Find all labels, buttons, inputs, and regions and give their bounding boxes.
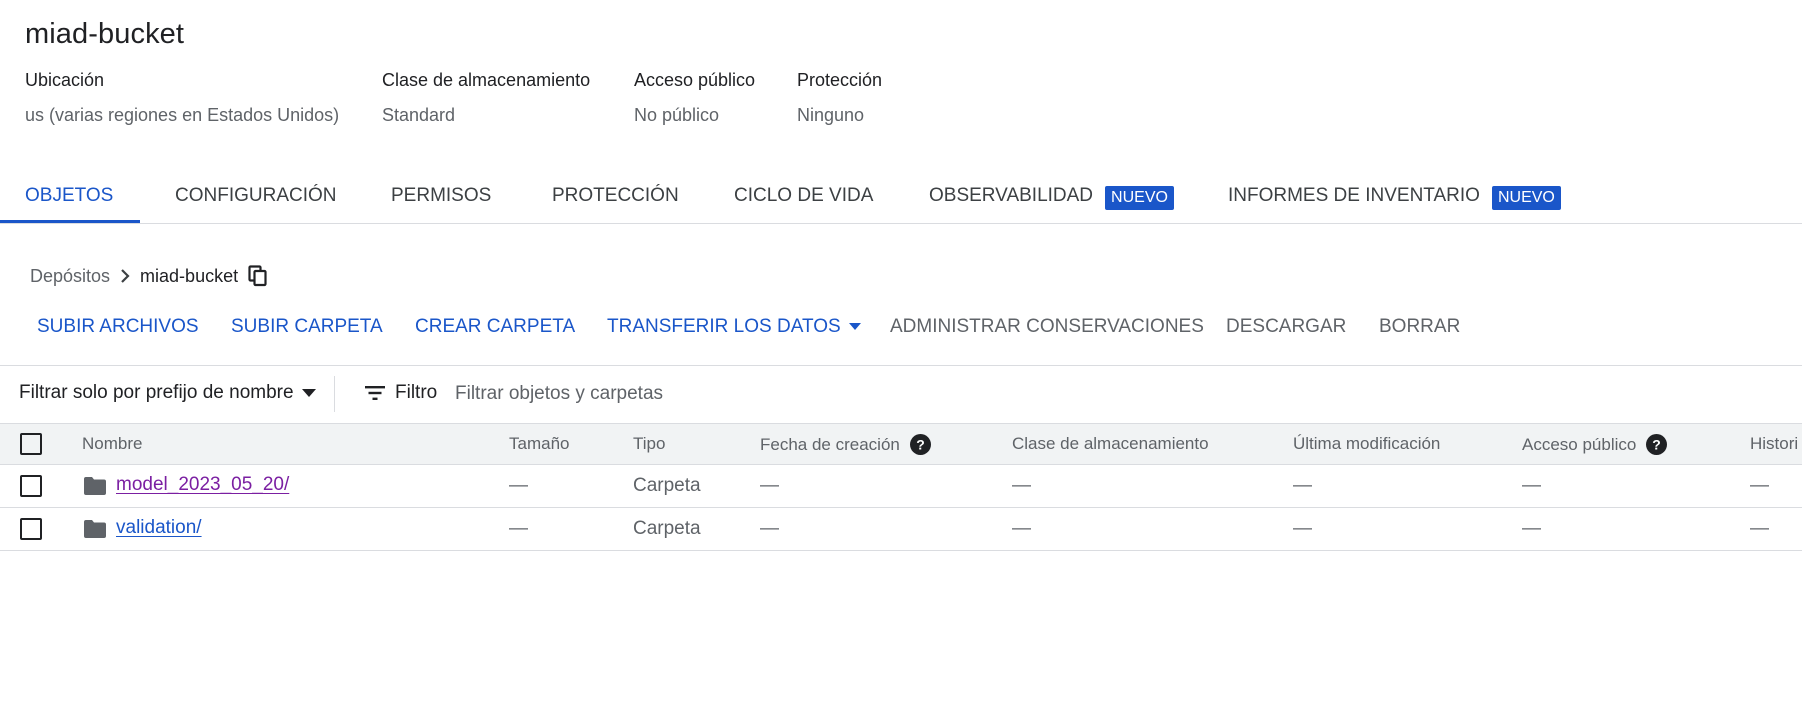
filter-button[interactable]: Filtro	[365, 382, 437, 404]
filter-bar: Filtrar solo por prefijo de nombre Filtr…	[0, 376, 1802, 412]
info-public-access-value: No público	[634, 105, 720, 125]
tab-observability-label: OBSERVABILIDAD	[929, 185, 1094, 206]
table-header: Nombre Tamaño Tipo Fecha de creación ? C…	[0, 423, 1802, 465]
tab-configuration[interactable]: CONFIGURACIÓN	[175, 168, 337, 224]
cell-public-access: —	[1522, 518, 1541, 539]
download-button[interactable]: DESCARGAR	[1226, 316, 1346, 338]
cell-created: —	[760, 518, 779, 539]
tab-permissions[interactable]: PERMISOS	[391, 168, 491, 224]
page-title: miad-bucket	[25, 18, 185, 50]
tab-inventory-reports-label: INFORMES DE INVENTARIO	[1228, 185, 1480, 206]
info-location: Ubicación us (varias regiones en Estados…	[25, 70, 339, 125]
tab-lifecycle[interactable]: CICLO DE VIDA	[734, 168, 873, 224]
cell-size: —	[509, 518, 528, 539]
manage-holds-button[interactable]: ADMINISTRAR CONSERVACIONES	[890, 316, 1204, 338]
svg-text:?: ?	[916, 437, 925, 453]
row-checkbox[interactable]	[20, 518, 42, 540]
select-all-checkbox[interactable]	[20, 433, 42, 455]
transfer-data-button[interactable]: TRANSFERIR LOS DATOS	[607, 316, 861, 338]
upload-folder-button[interactable]: SUBIR CARPETA	[231, 316, 383, 338]
filter-divider	[334, 376, 335, 412]
tab-objects[interactable]: OBJETOS	[25, 168, 113, 224]
copy-icon[interactable]	[248, 265, 268, 287]
chevron-right-icon	[110, 268, 140, 284]
table-row[interactable]: model_2023_05_20/ — Carpeta — — — — —	[0, 465, 1802, 508]
filter-input[interactable]	[455, 379, 875, 409]
help-icon[interactable]: ?	[1646, 434, 1668, 455]
cell-type: Carpeta	[633, 518, 701, 539]
action-toolbar: SUBIR ARCHIVOS SUBIR CARPETA CREAR CARPE…	[0, 316, 1802, 346]
info-protection-label: Protección	[797, 70, 883, 90]
arrow-drop-down-icon	[301, 389, 316, 397]
column-header-storage-class[interactable]: Clase de almacenamiento	[1012, 434, 1209, 454]
info-protection: Protección Ninguno	[797, 70, 883, 125]
info-storage-class-value: Standard	[382, 105, 456, 125]
object-name-link[interactable]: validation/	[116, 517, 202, 539]
info-public-access-label: Acceso público	[634, 70, 756, 90]
filter-label: Filtro	[395, 382, 438, 403]
breadcrumb: Depósitos miad-bucket	[30, 264, 268, 288]
tab-lifecycle-label: CICLO DE VIDA	[734, 185, 874, 206]
column-header-created[interactable]: Fecha de creación ?	[760, 434, 931, 455]
table-row[interactable]: validation/ — Carpeta — — — — —	[0, 508, 1802, 551]
info-storage-class: Clase de almacenamiento Standard	[382, 70, 591, 125]
column-header-size[interactable]: Tamaño	[509, 434, 569, 454]
column-header-history[interactable]: Histori	[1750, 434, 1798, 454]
cell-modified: —	[1293, 475, 1312, 496]
create-folder-button[interactable]: CREAR CARPETA	[415, 316, 575, 338]
info-location-value: us (varias regiones en Estados Unidos)	[25, 105, 340, 125]
cell-storage-class: —	[1012, 475, 1031, 496]
svg-text:?: ?	[1653, 437, 1662, 453]
folder-icon	[84, 520, 106, 543]
column-header-created-label: Fecha de creación	[760, 434, 900, 454]
info-storage-class-label: Clase de almacenamiento	[382, 70, 591, 90]
new-badge: NUEVO	[1105, 186, 1174, 210]
filter-list-icon	[365, 386, 385, 400]
toolbar-divider	[0, 365, 1802, 366]
tab-protection[interactable]: PROTECCIÓN	[552, 168, 679, 224]
cell-created: —	[760, 475, 779, 496]
delete-button[interactable]: BORRAR	[1379, 316, 1460, 338]
tab-permissions-label: PERMISOS	[391, 185, 492, 206]
transfer-data-label: TRANSFERIR LOS DATOS	[607, 316, 841, 337]
prefix-filter-label: Filtrar solo por prefijo de nombre	[19, 382, 294, 403]
upload-files-button[interactable]: SUBIR ARCHIVOS	[37, 316, 199, 338]
cell-history: —	[1750, 518, 1769, 539]
cell-modified: —	[1293, 518, 1312, 539]
object-name-link[interactable]: model_2023_05_20/	[116, 474, 289, 496]
tab-bar: OBJETOS CONFIGURACIÓN PERMISOS PROTECCIÓ…	[0, 168, 1802, 224]
column-header-type[interactable]: Tipo	[633, 434, 665, 454]
prefix-filter-select[interactable]: Filtrar solo por prefijo de nombre	[19, 382, 316, 404]
breadcrumb-current: miad-bucket	[140, 265, 239, 286]
tab-observability[interactable]: OBSERVABILIDAD NUEVO	[929, 168, 1174, 224]
column-header-public-access[interactable]: Acceso público ?	[1522, 434, 1668, 455]
arrow-drop-down-icon	[848, 323, 861, 331]
tab-inventory-reports[interactable]: INFORMES DE INVENTARIO NUEVO	[1228, 168, 1561, 224]
cell-size: —	[509, 475, 528, 496]
cell-public-access: —	[1522, 475, 1541, 496]
active-tab-indicator	[0, 220, 140, 223]
tab-objects-label: OBJETOS	[25, 185, 114, 206]
column-header-public-access-label: Acceso público	[1522, 434, 1637, 454]
row-checkbox[interactable]	[20, 475, 42, 497]
tab-protection-label: PROTECCIÓN	[552, 185, 679, 206]
folder-icon	[84, 477, 106, 500]
cell-storage-class: —	[1012, 518, 1031, 539]
breadcrumb-buckets-link[interactable]: Depósitos	[30, 266, 110, 287]
column-header-name[interactable]: Nombre	[82, 434, 142, 454]
new-badge: NUEVO	[1491, 186, 1561, 210]
help-icon[interactable]: ?	[909, 434, 931, 455]
tab-configuration-label: CONFIGURACIÓN	[175, 185, 337, 206]
cell-type: Carpeta	[633, 475, 701, 496]
info-location-label: Ubicación	[25, 70, 105, 90]
cell-history: —	[1750, 475, 1769, 496]
info-protection-value: Ninguno	[797, 105, 865, 125]
column-header-modified[interactable]: Última modificación	[1293, 434, 1440, 454]
info-public-access: Acceso público No público	[634, 70, 756, 125]
